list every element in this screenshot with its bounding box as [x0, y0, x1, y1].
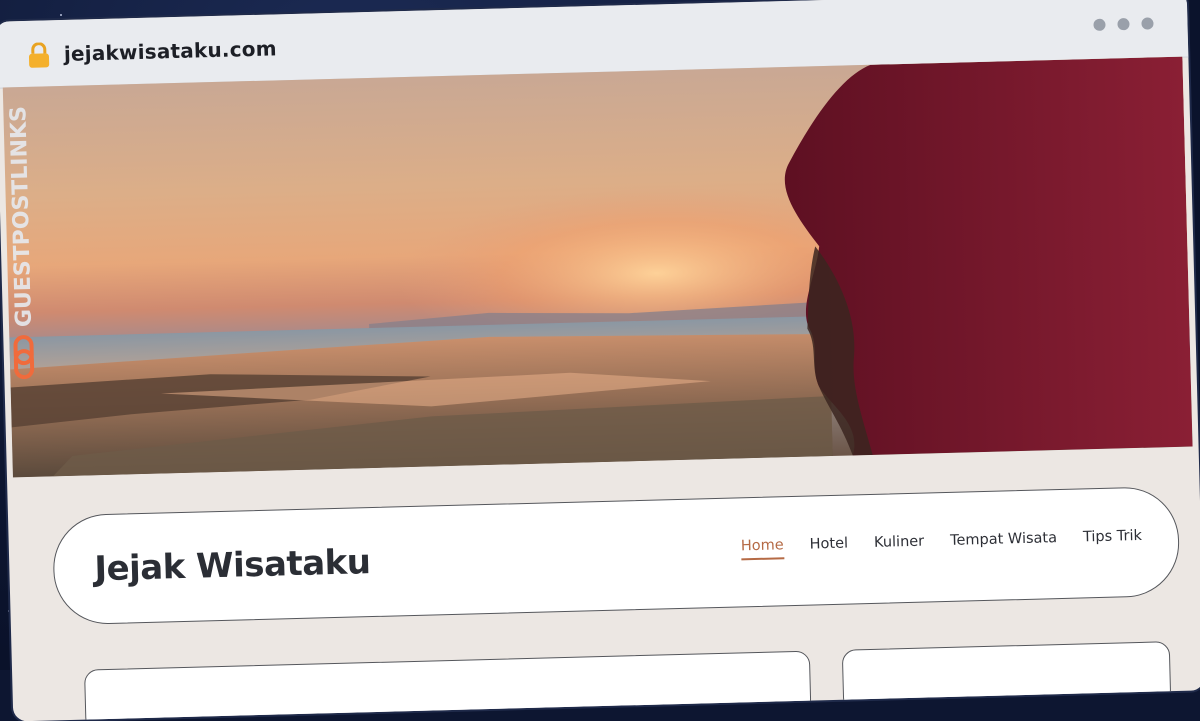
nav-tempat-wisata[interactable]: Tempat Wisata	[950, 530, 1057, 555]
window-dot[interactable]	[1141, 17, 1153, 29]
nav-tips-trik[interactable]: Tips Trik	[1083, 528, 1142, 552]
nav-hotel[interactable]: Hotel	[809, 536, 848, 559]
sidebar-card	[842, 641, 1172, 712]
svg-text:GUESTPOSTLINKS: GUESTPOSTLINKS	[6, 106, 37, 328]
hero-banner-image: GUESTPOSTLINKS	[3, 57, 1193, 478]
lock-icon	[28, 42, 51, 69]
window-dot[interactable]	[1093, 19, 1105, 31]
star	[60, 14, 62, 16]
content-card	[84, 651, 811, 721]
address-bar-url[interactable]: jejakwisataku.com	[64, 36, 277, 66]
main-navigation: Home Hotel Kuliner Tempat Wisata Tips Tr…	[741, 528, 1143, 560]
nav-home[interactable]: Home	[741, 537, 784, 560]
site-header: Jejak Wisataku Home Hotel Kuliner Tempat…	[52, 486, 1180, 625]
sunset-beach-illustration	[3, 57, 1193, 478]
site-title[interactable]: Jejak Wisataku	[94, 542, 371, 589]
window-dot[interactable]	[1117, 18, 1129, 30]
window-controls	[1093, 17, 1153, 31]
browser-window: jejakwisataku.com	[0, 0, 1200, 721]
nav-kuliner[interactable]: Kuliner	[874, 534, 925, 557]
